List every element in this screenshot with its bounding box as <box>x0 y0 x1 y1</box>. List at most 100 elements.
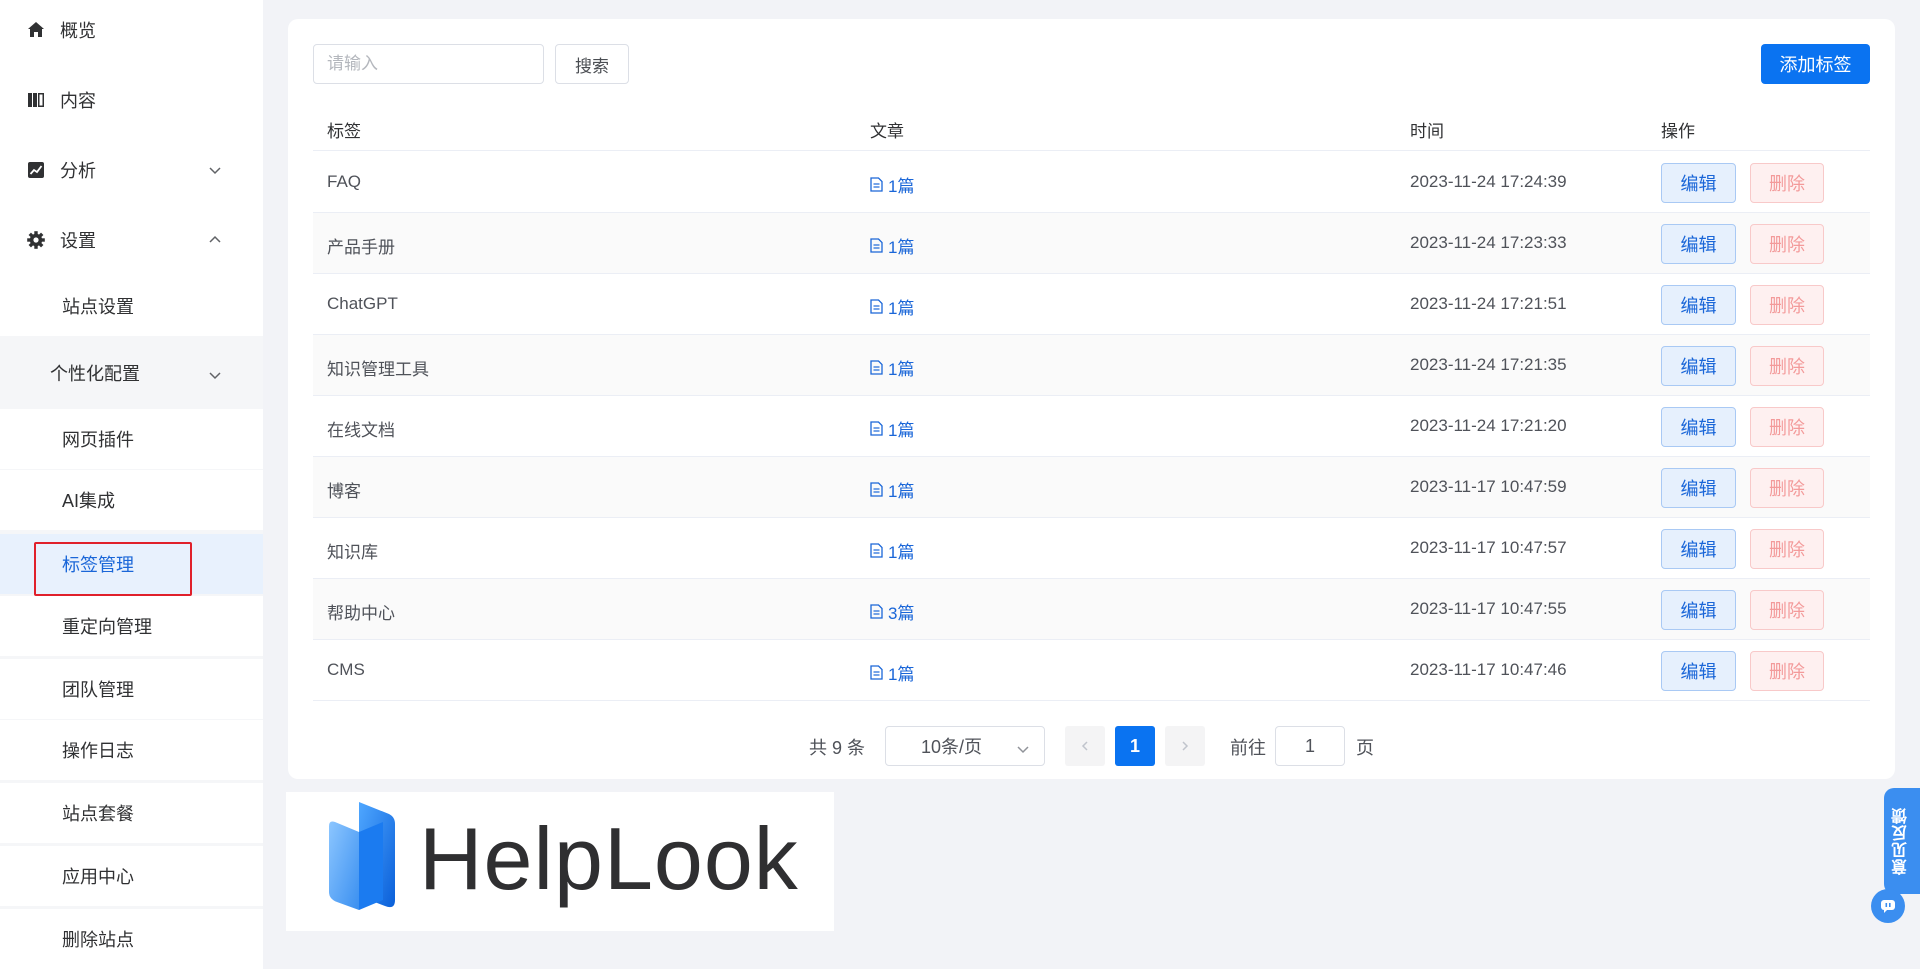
next-page-button[interactable] <box>1165 726 1205 766</box>
edit-button[interactable]: 编辑 <box>1661 529 1736 569</box>
article-count-link[interactable]: 1篇 <box>870 416 914 441</box>
sidebar-item-settings[interactable]: 设置 <box>0 220 263 260</box>
article-count: 1篇 <box>888 238 915 257</box>
sidebar-item-operation-log[interactable]: 操作日志 <box>0 720 263 780</box>
table-row: 产品手册 1篇 2023-11-24 17:23:33 编辑 删除 <box>313 213 1870 274</box>
sidebar-item-app-center[interactable]: 应用中心 <box>0 846 263 906</box>
chevron-down-icon <box>1016 740 1030 761</box>
article-count-link[interactable]: 3篇 <box>870 599 914 624</box>
add-tag-button[interactable]: 添加标签 <box>1761 44 1870 84</box>
goto-page-input[interactable] <box>1275 726 1345 766</box>
delete-button[interactable]: 删除 <box>1750 224 1824 264</box>
article-count-link[interactable]: 1篇 <box>870 294 914 319</box>
pagination-total: 共 9 条 <box>809 738 866 758</box>
created-time: 2023-11-24 17:23:33 <box>1410 233 1567 252</box>
column-header-time: 时间 <box>1410 122 1444 141</box>
page-suffix-label: 页 <box>1356 738 1374 758</box>
table-row: 知识管理工具 1篇 2023-11-24 17:21:35 编辑 删除 <box>313 335 1870 396</box>
chat-bubble-icon[interactable] <box>1871 889 1905 923</box>
document-icon <box>870 543 883 558</box>
created-time: 2023-11-17 10:47:55 <box>1410 599 1567 618</box>
edit-button[interactable]: 编辑 <box>1661 590 1736 630</box>
article-count-link[interactable]: 1篇 <box>870 477 914 502</box>
sidebar-item-site-settings[interactable]: 站点设置 <box>0 276 263 336</box>
table-row: 帮助中心 3篇 2023-11-17 10:47:55 编辑 删除 <box>313 579 1870 640</box>
goto-label: 前往 <box>1230 738 1266 758</box>
delete-button[interactable]: 删除 <box>1750 407 1824 447</box>
document-icon <box>870 238 883 253</box>
helplook-logo-text: HelpLook <box>419 809 799 908</box>
edit-button[interactable]: 编辑 <box>1661 285 1736 325</box>
article-count: 3篇 <box>888 604 915 623</box>
sidebar-item-overview[interactable]: 概览 <box>0 10 263 50</box>
delete-button[interactable]: 删除 <box>1750 285 1824 325</box>
sidebar-item-team-management[interactable]: 团队管理 <box>0 659 263 719</box>
delete-button[interactable]: 删除 <box>1750 346 1824 386</box>
delete-button[interactable]: 删除 <box>1750 163 1824 203</box>
delete-button[interactable]: 删除 <box>1750 529 1824 569</box>
sidebar-item-label: 站点设置 <box>62 297 134 317</box>
tag-name: ChatGPT <box>327 294 398 313</box>
sidebar-item-web-plugin[interactable]: 网页插件 <box>0 409 263 469</box>
article-count-link[interactable]: 1篇 <box>870 172 914 197</box>
edit-button[interactable]: 编辑 <box>1661 651 1736 691</box>
edit-button[interactable]: 编辑 <box>1661 163 1736 203</box>
sidebar-item-label: 概览 <box>60 21 96 41</box>
tag-name: FAQ <box>327 172 362 191</box>
table-header: 标签 文章 时间 操作 <box>313 103 1870 151</box>
tag-name: 产品手册 <box>327 238 395 257</box>
edit-button[interactable]: 编辑 <box>1661 346 1736 386</box>
search-button[interactable]: 搜索 <box>555 44 629 84</box>
delete-button[interactable]: 删除 <box>1750 468 1824 508</box>
page-size-select[interactable]: 10条/页 <box>885 726 1045 766</box>
sidebar-item-label: 删除站点 <box>62 930 134 950</box>
document-icon <box>870 665 883 680</box>
edit-button[interactable]: 编辑 <box>1661 468 1736 508</box>
sidebar-item-label: AI集成 <box>62 491 116 511</box>
edit-button[interactable]: 编辑 <box>1661 407 1736 447</box>
sidebar-item-label: 应用中心 <box>62 867 134 887</box>
tag-name: 在线文档 <box>327 421 395 440</box>
article-count: 1篇 <box>888 543 915 562</box>
document-icon <box>870 299 883 314</box>
sidebar-item-label: 内容 <box>60 91 96 111</box>
feedback-tab[interactable]: 意见反馈 <box>1884 788 1920 894</box>
delete-button[interactable]: 删除 <box>1750 590 1824 630</box>
sidebar-item-analytics[interactable]: 分析 <box>0 150 263 190</box>
sidebar-item-label: 团队管理 <box>62 680 134 700</box>
article-count-link[interactable]: 1篇 <box>870 660 914 685</box>
helplook-logo-icon <box>329 802 395 910</box>
sidebar-item-label: 个性化配置 <box>50 364 140 384</box>
sidebar-item-site-plan[interactable]: 站点套餐 <box>0 783 263 843</box>
article-count: 1篇 <box>888 360 915 379</box>
created-time: 2023-11-17 10:47:57 <box>1410 538 1567 557</box>
page-size-value: 10条/页 <box>921 737 983 757</box>
table-row: FAQ 1篇 2023-11-24 17:24:39 编辑 删除 <box>313 152 1870 213</box>
helplook-logo: HelpLook <box>286 792 834 931</box>
sidebar-item-ai-integration[interactable]: AI集成 <box>0 470 263 530</box>
sidebar-item-personalization[interactable]: 个性化配置 <box>0 343 263 403</box>
search-input[interactable] <box>313 44 544 84</box>
delete-button[interactable]: 删除 <box>1750 651 1824 691</box>
article-count: 1篇 <box>888 299 915 318</box>
sidebar-item-delete-site[interactable]: 删除站点 <box>0 909 263 969</box>
sidebar-item-redirect-management[interactable]: 重定向管理 <box>0 596 263 656</box>
sidebar-item-tag-management[interactable]: 标签管理 <box>0 534 263 594</box>
chevron-left-icon <box>1081 741 1088 751</box>
sidebar: 概览 内容 分析 设置 站点设置 个性化配置 网页插件 AI集成 标签管理 重定… <box>0 0 263 969</box>
prev-page-button[interactable] <box>1065 726 1105 766</box>
article-count-link[interactable]: 1篇 <box>870 233 914 258</box>
sidebar-item-content[interactable]: 内容 <box>0 80 263 120</box>
gear-icon <box>26 230 46 250</box>
edit-button[interactable]: 编辑 <box>1661 224 1736 264</box>
page-number-current[interactable]: 1 <box>1115 726 1155 766</box>
article-count-link[interactable]: 1篇 <box>870 355 914 380</box>
document-icon <box>870 482 883 497</box>
sidebar-item-label: 网页插件 <box>62 430 134 450</box>
tag-name: CMS <box>327 660 365 679</box>
created-time: 2023-11-17 10:47:59 <box>1410 477 1567 496</box>
document-icon <box>870 177 883 192</box>
table-row: CMS 1篇 2023-11-17 10:47:46 编辑 删除 <box>313 640 1870 701</box>
sidebar-item-label: 标签管理 <box>62 555 134 575</box>
article-count-link[interactable]: 1篇 <box>870 538 914 563</box>
